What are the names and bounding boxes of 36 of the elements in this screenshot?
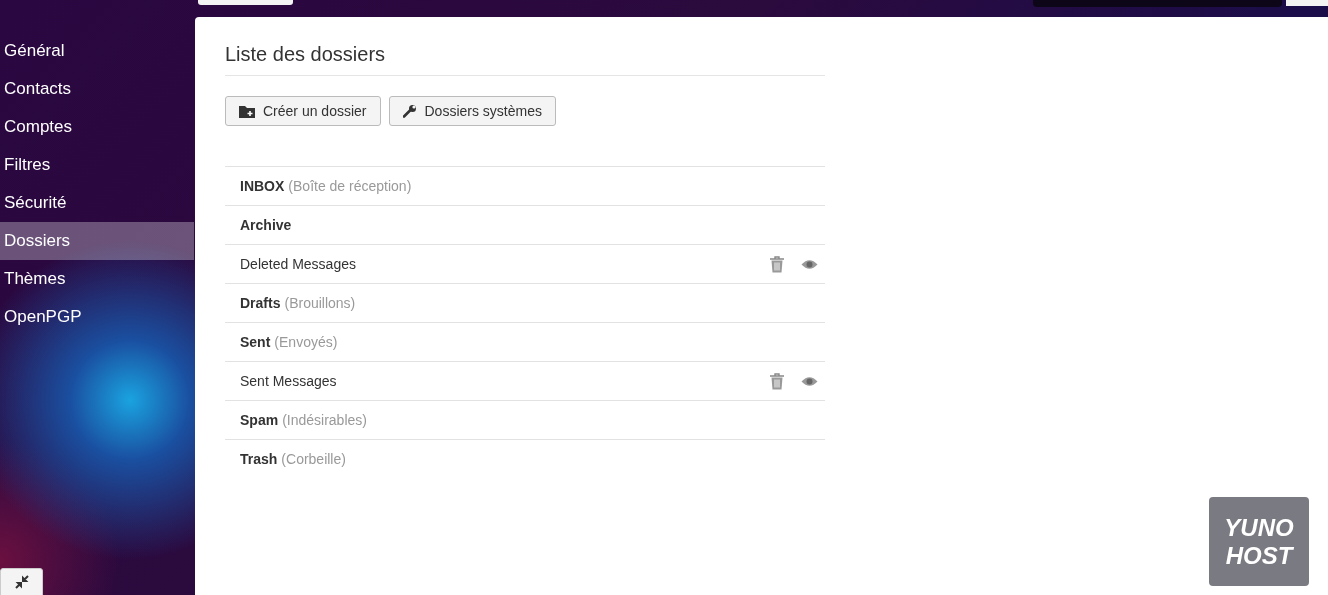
folder-name: Spam (Indésirables)	[240, 412, 368, 428]
collapse-button[interactable]	[0, 568, 43, 595]
sidebar-item[interactable]: Thèmes	[0, 260, 194, 298]
eye-icon[interactable]	[801, 375, 818, 387]
trash-icon[interactable]	[769, 255, 785, 273]
folder-row[interactable]: INBOX (Boîte de réception)	[225, 167, 825, 206]
sidebar-item[interactable]: Filtres	[0, 146, 194, 184]
logo: YUNO HOST	[1209, 497, 1309, 586]
folder-name: Trash (Corbeille)	[240, 451, 347, 467]
sidebar-item[interactable]: Sécurité	[0, 184, 194, 222]
folder-name: INBOX (Boîte de réception)	[240, 178, 413, 194]
folder-name: Archive	[240, 217, 293, 233]
folder-name: Sent Messages	[240, 373, 338, 389]
eye-icon[interactable]	[801, 258, 818, 270]
folder-row[interactable]: Drafts (Brouillons)	[225, 284, 825, 323]
folder-row[interactable]: Sent (Envoyés)	[225, 323, 825, 362]
folder-plus-icon	[239, 104, 255, 118]
folder-row[interactable]: Sent Messages	[225, 362, 825, 401]
wrench-icon	[402, 104, 417, 118]
folder-name: Sent (Envoyés)	[240, 334, 339, 350]
panel-title: Liste des dossiers	[225, 43, 825, 76]
folder-row[interactable]: Spam (Indésirables)	[225, 401, 825, 440]
trash-icon[interactable]	[769, 372, 785, 390]
folder-row[interactable]: Deleted Messages	[225, 245, 825, 284]
sidebar-item[interactable]: Contacts	[0, 70, 194, 108]
sidebar-item[interactable]: Comptes	[0, 108, 194, 146]
folder-row[interactable]: Archive	[225, 206, 825, 245]
folder-name: Deleted Messages	[240, 256, 357, 272]
sidebar-item[interactable]: OpenPGP	[0, 298, 194, 336]
create-folder-button[interactable]: Créer un dossier	[225, 96, 381, 126]
folder-name: Drafts (Brouillons)	[240, 295, 357, 311]
folder-row[interactable]: Trash (Corbeille)	[225, 440, 825, 478]
collapse-icon	[14, 575, 29, 589]
sidebar-item[interactable]: Dossiers	[0, 222, 194, 260]
sidebar-item[interactable]: Général	[0, 32, 194, 70]
system-folders-button[interactable]: Dossiers systèmes	[388, 96, 556, 126]
